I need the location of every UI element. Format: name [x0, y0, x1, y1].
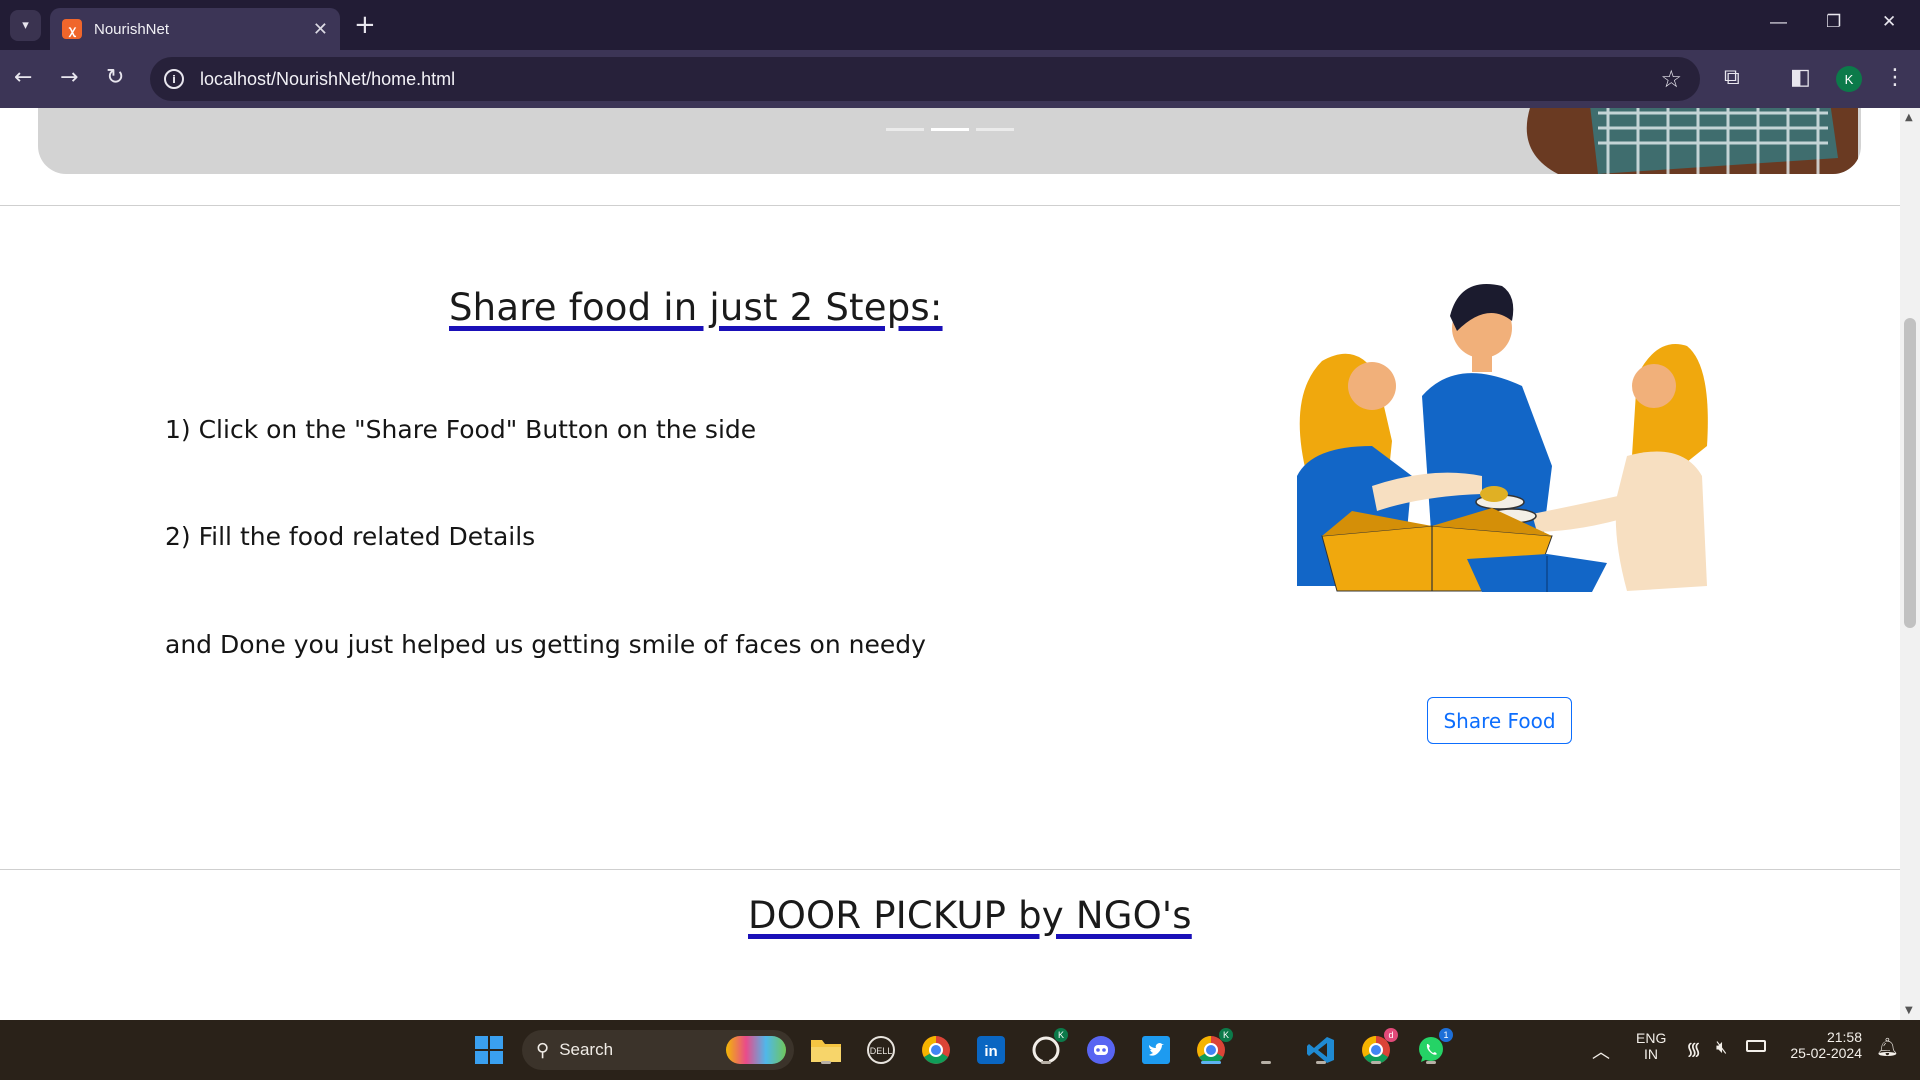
dell-icon: DELL: [867, 1036, 895, 1064]
address-bar[interactable]: i localhost/NourishNet/home.html ☆: [150, 57, 1700, 101]
windows-logo-icon: [475, 1036, 503, 1064]
whatsapp-badge: 1: [1439, 1028, 1453, 1042]
discord-app[interactable]: [1083, 1032, 1119, 1068]
start-button[interactable]: [471, 1032, 507, 1068]
file-explorer-app[interactable]: [808, 1032, 844, 1068]
clock-date: 25-02-2024: [1790, 1045, 1862, 1061]
notification-bell-icon[interactable]: 🔔︎: [1876, 1037, 1899, 1058]
share-food-button[interactable]: Share Food: [1427, 697, 1572, 744]
browser-toolbar: ← → ↻ i localhost/NourishNet/home.html ☆…: [0, 50, 1920, 108]
chrome-profile-app[interactable]: K: [1193, 1028, 1233, 1068]
section-divider: [0, 869, 1900, 870]
browser-tab-active[interactable]: ꭓ NourishNet ✕: [50, 8, 340, 50]
clock[interactable]: 21:58 25-02-2024: [1780, 1029, 1862, 1061]
scroll-down-icon[interactable]: ▼: [1905, 1005, 1913, 1016]
bookmark-star-icon[interactable]: ☆: [1660, 65, 1682, 93]
svg-text:DELL: DELL: [870, 1046, 893, 1056]
running-indicator: [1426, 1061, 1436, 1064]
search-icon: ⚲: [536, 1039, 550, 1060]
tab-title: NourishNet: [94, 20, 170, 38]
search-highlight-icon: [726, 1036, 786, 1064]
steps-heading: Share food in just 2 Steps:: [449, 286, 943, 329]
section-divider: [0, 205, 1900, 206]
running-indicator: [1371, 1061, 1381, 1064]
closing-text: and Done you just helped us getting smil…: [165, 630, 926, 659]
chrome-profile-badge: K: [1219, 1028, 1233, 1042]
url-text[interactable]: localhost/NourishNet/home.html: [200, 69, 455, 90]
site-info-icon[interactable]: i: [164, 69, 184, 89]
restore-icon[interactable]: ❐: [1826, 12, 1841, 32]
hero-carousel: [38, 108, 1861, 174]
whatsapp-app[interactable]: 1: [1413, 1028, 1453, 1068]
minimize-icon[interactable]: —: [1770, 12, 1787, 32]
page-viewport: Share food in just 2 Steps: 1) Click on …: [0, 108, 1900, 1020]
carousel-indicator-1[interactable]: [886, 128, 924, 131]
speaker-muted-icon[interactable]: 🔇︎: [1716, 1037, 1727, 1058]
carousel-photo: [1358, 108, 1858, 174]
new-tab-button[interactable]: +: [354, 12, 376, 38]
twitter-app[interactable]: [1138, 1032, 1174, 1068]
running-indicator: [1261, 1061, 1271, 1064]
xampp-favicon-icon: ꭓ: [62, 19, 82, 39]
blank-app[interactable]: [1248, 1032, 1284, 1068]
taskbar-search-label: Search: [559, 1040, 614, 1059]
scrollbar-thumb[interactable]: [1904, 318, 1916, 628]
windows-taskbar: ⚲ Search DELL in K K d 1 ︿ ENG IN ᯾ 🔇︎ 2…: [0, 1020, 1920, 1080]
svg-text:in: in: [984, 1043, 997, 1060]
running-indicator: [1316, 1061, 1326, 1064]
profile-avatar[interactable]: K: [1836, 66, 1862, 92]
wifi-icon[interactable]: ᯾: [1686, 1037, 1701, 1061]
food-sharing-illustration: [1297, 284, 1708, 592]
running-indicator: [1041, 1061, 1051, 1064]
scroll-up-icon[interactable]: ▲: [1905, 112, 1913, 123]
window-close-icon[interactable]: ✕: [1882, 12, 1896, 32]
running-indicator: [821, 1061, 831, 1064]
door-pickup-heading: DOOR PICKUP by NGO's: [748, 894, 1192, 937]
language-code: ENG: [1636, 1030, 1667, 1046]
twitter-icon: [1142, 1036, 1170, 1064]
vscode-app[interactable]: [1303, 1032, 1339, 1068]
chrome-alt-badge: d: [1384, 1028, 1398, 1042]
chrome-alt-app[interactable]: d: [1358, 1028, 1398, 1068]
browser-tab-strip: ▾ ꭓ NourishNet ✕ + — ❐ ✕: [0, 0, 1920, 50]
tab-close-icon[interactable]: ✕: [313, 19, 328, 40]
tab-search-dropdown-icon[interactable]: ▾: [10, 10, 41, 41]
chrome-icon: [922, 1036, 950, 1064]
github-profile-badge: K: [1054, 1028, 1068, 1042]
forward-icon[interactable]: →: [60, 64, 78, 92]
dell-app[interactable]: DELL: [863, 1032, 899, 1068]
discord-icon: [1087, 1036, 1115, 1064]
battery-icon[interactable]: [1746, 1040, 1766, 1052]
step-1-text: 1) Click on the "Share Food" Button on t…: [165, 415, 757, 444]
folder-icon: [811, 1040, 841, 1062]
step-2-text: 2) Fill the food related Details: [165, 522, 536, 551]
carousel-indicator-2[interactable]: [931, 128, 969, 131]
linkedin-app[interactable]: in: [973, 1032, 1009, 1068]
taskbar-search[interactable]: ⚲ Search: [522, 1030, 794, 1070]
running-indicator-active: [1201, 1061, 1221, 1064]
reload-icon[interactable]: ↻: [106, 64, 124, 92]
clock-time: 21:58: [1826, 1029, 1862, 1045]
github-desktop-app[interactable]: K: [1028, 1028, 1068, 1068]
browser-menu-icon[interactable]: ⋮: [1884, 64, 1906, 92]
back-icon[interactable]: ←: [14, 64, 32, 92]
side-panel-icon[interactable]: ◧: [1790, 64, 1811, 92]
linkedin-icon: in: [977, 1036, 1005, 1064]
extensions-icon[interactable]: ⧉: [1724, 64, 1740, 92]
region-code: IN: [1644, 1046, 1658, 1062]
carousel-indicator-3[interactable]: [976, 128, 1014, 131]
page-scrollbar[interactable]: ▲ ▼: [1900, 108, 1920, 1020]
chrome-app[interactable]: [918, 1032, 954, 1068]
show-hidden-icons-chevron-icon[interactable]: ︿: [1592, 1038, 1610, 1064]
language-indicator[interactable]: ENG IN: [1636, 1030, 1666, 1062]
